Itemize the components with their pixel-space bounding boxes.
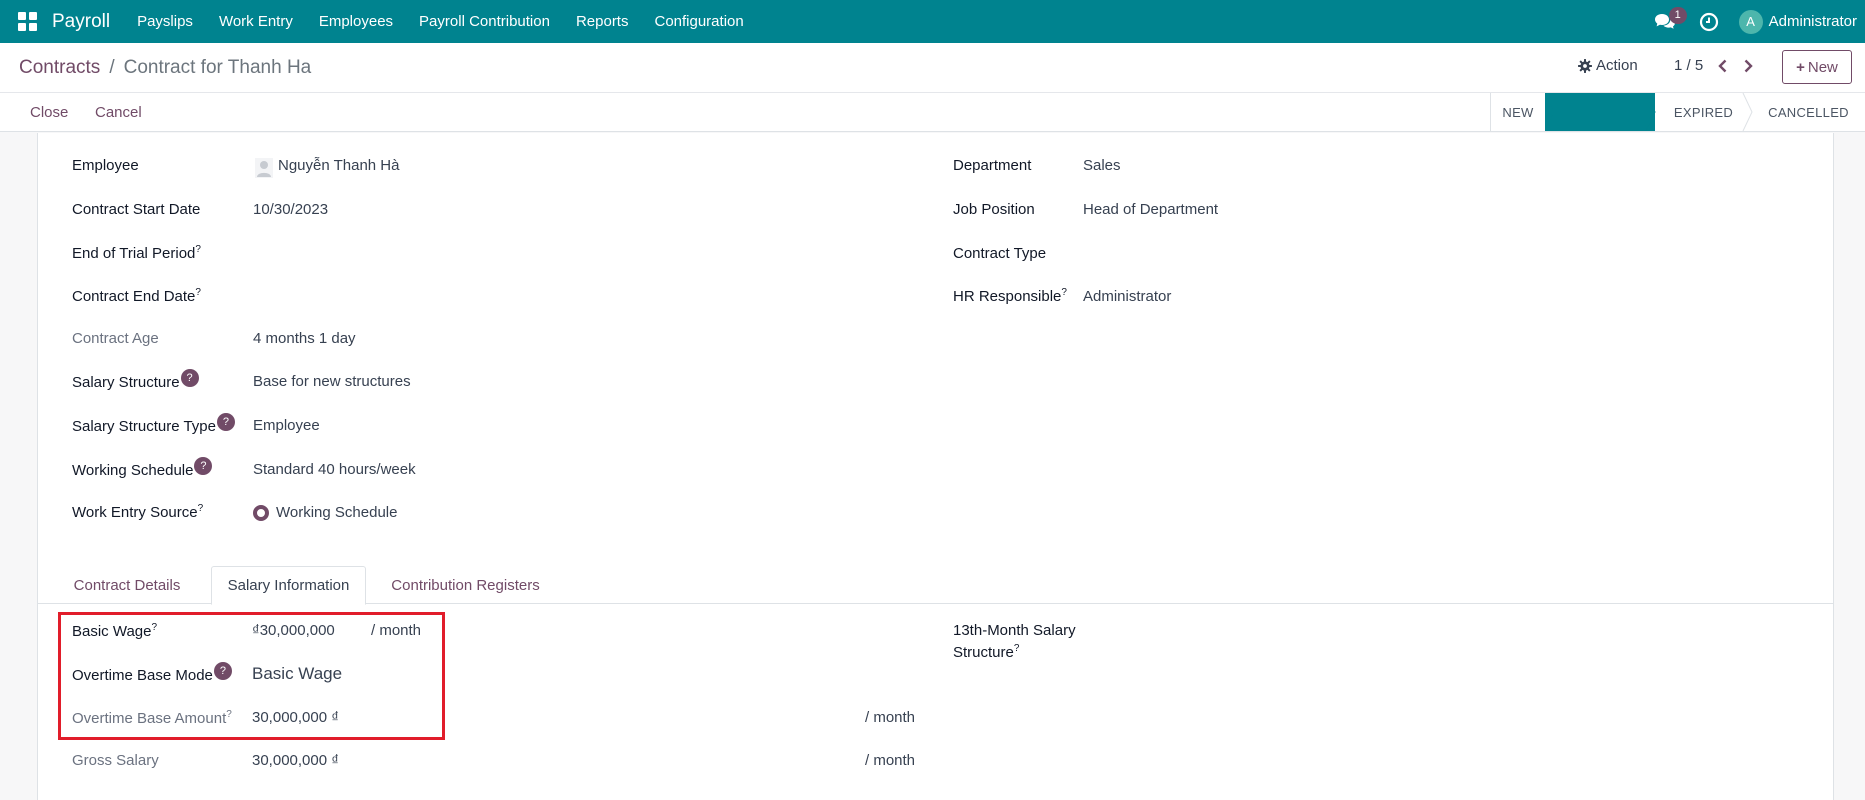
salary-structure-field[interactable]: Base for new structures <box>253 373 411 390</box>
cancel-button[interactable]: Cancel <box>95 104 142 121</box>
control-panel: Contracts / Contract for Thanh Ha Action… <box>0 43 1865 132</box>
new-label: New <box>1807 58 1838 76</box>
breadcrumb: Contracts / Contract for Thanh Ha <box>19 57 311 79</box>
help-icon[interactable]: ? <box>216 413 235 431</box>
pager-previous-button[interactable] <box>1717 59 1728 77</box>
thirteenth-month-label-line2: Structure? <box>953 643 1020 661</box>
menu-reports[interactable]: Reports <box>563 13 642 30</box>
tab-contribution-registers[interactable]: Contribution Registers <box>374 566 557 605</box>
status-expired[interactable]: EXPIRED <box>1655 93 1752 131</box>
chevron-left-icon <box>1718 59 1727 73</box>
working-schedule-label: Working Schedule? <box>72 457 213 479</box>
hr-responsible-field[interactable]: Administrator <box>1083 288 1171 305</box>
navbar-systray: 1 A Administrator <box>1651 0 1865 43</box>
start-date-label: Contract Start Date <box>72 201 201 218</box>
breadcrumb-contracts[interactable]: Contracts <box>19 57 100 79</box>
main-menu: Payslips Work Entry Employees Payroll Co… <box>124 0 757 43</box>
contract-age-label: Contract Age <box>72 330 159 347</box>
help-icon[interactable]: ? <box>180 369 199 387</box>
top-navbar: Payroll Payslips Work Entry Employees Pa… <box>0 0 1865 43</box>
menu-payslips[interactable]: Payslips <box>124 13 206 30</box>
highlight-annotation-box <box>58 612 445 740</box>
chat-counter-badge: 1 <box>1668 6 1687 24</box>
work-entry-source-radio[interactable] <box>253 505 269 521</box>
notebook-tabs: Contract Details Salary Information Cont… <box>38 566 1833 605</box>
messages-button[interactable]: 1 <box>1651 6 1687 37</box>
user-avatar[interactable]: A <box>1738 9 1763 34</box>
breadcrumb-current: Contract for Thanh Ha <box>123 57 312 78</box>
action-menu-button[interactable]: Action <box>1578 57 1638 74</box>
working-schedule-field[interactable]: Standard 40 hours/week <box>253 461 416 478</box>
employee-label: Employee <box>72 157 139 174</box>
structure-type-field[interactable]: Employee <box>253 417 320 434</box>
apps-menu-icon[interactable] <box>18 11 38 32</box>
pager-value[interactable]: 1 / 5 <box>1674 57 1703 74</box>
new-record-button[interactable]: + New <box>1782 50 1852 84</box>
thirteenth-month-label-line1: 13th-Month Salary <box>953 622 1076 639</box>
status-new[interactable]: NEW <box>1490 93 1545 131</box>
contract-status-bar: NEW RUNNING EXPIRED CANCELLED <box>1490 93 1865 131</box>
employee-avatar-icon <box>255 158 273 178</box>
help-icon[interactable]: ? <box>194 457 213 475</box>
structure-type-label: Salary Structure Type? <box>72 413 235 435</box>
work-entry-source-option[interactable]: Working Schedule <box>276 504 397 521</box>
trial-end-field[interactable] <box>253 244 453 264</box>
breadcrumb-separator: / <box>109 57 115 78</box>
job-position-field[interactable]: Head of Department <box>1083 201 1218 218</box>
activity-clock-icon[interactable] <box>1699 12 1719 32</box>
plus-icon: + <box>1796 58 1805 76</box>
status-running[interactable]: RUNNING <box>1545 93 1655 131</box>
action-label: Action <box>1596 57 1638 74</box>
work-entry-source-label: Work Entry Source? <box>72 503 204 521</box>
chevron-right-icon <box>1744 59 1753 73</box>
department-field[interactable]: Sales <box>1083 157 1121 174</box>
gross-salary-label: Gross Salary <box>72 752 159 769</box>
employee-field[interactable]: Nguyễn Thanh Hà <box>278 157 399 174</box>
hr-responsible-label: HR Responsible? <box>953 287 1067 305</box>
app-brand[interactable]: Payroll <box>52 11 110 33</box>
gross-salary-value: 30,000,000 ₫ <box>252 752 339 769</box>
status-cancelled[interactable]: CANCELLED <box>1752 93 1865 131</box>
pager-next-button[interactable] <box>1743 59 1754 77</box>
contract-type-label: Contract Type <box>953 245 1047 262</box>
end-date-label: Contract End Date? <box>72 287 201 305</box>
end-date-field[interactable] <box>253 287 453 307</box>
department-label: Department <box>953 157 1032 174</box>
overtime-amount-unit: / month <box>865 709 916 726</box>
menu-configuration[interactable]: Configuration <box>641 13 756 30</box>
menu-work-entry[interactable]: Work Entry <box>206 13 306 30</box>
user-menu[interactable]: Administrator <box>1769 13 1857 30</box>
gear-icon <box>1578 58 1592 73</box>
close-button[interactable]: Close <box>30 104 68 121</box>
start-date-field[interactable]: 10/30/2023 <box>253 201 328 218</box>
menu-payroll-contribution[interactable]: Payroll Contribution <box>406 13 563 30</box>
tab-salary-information[interactable]: Salary Information <box>211 566 366 605</box>
contract-type-field[interactable] <box>1083 245 1283 265</box>
menu-employees[interactable]: Employees <box>306 13 406 30</box>
tab-contract-details[interactable]: Contract Details <box>72 566 182 605</box>
salary-structure-label: Salary Structure? <box>72 369 199 391</box>
job-position-label: Job Position <box>953 201 1035 218</box>
trial-end-label: End of Trial Period? <box>72 244 201 262</box>
gross-salary-unit: / month <box>865 752 916 769</box>
contract-age-value: 4 months 1 day <box>253 330 356 347</box>
